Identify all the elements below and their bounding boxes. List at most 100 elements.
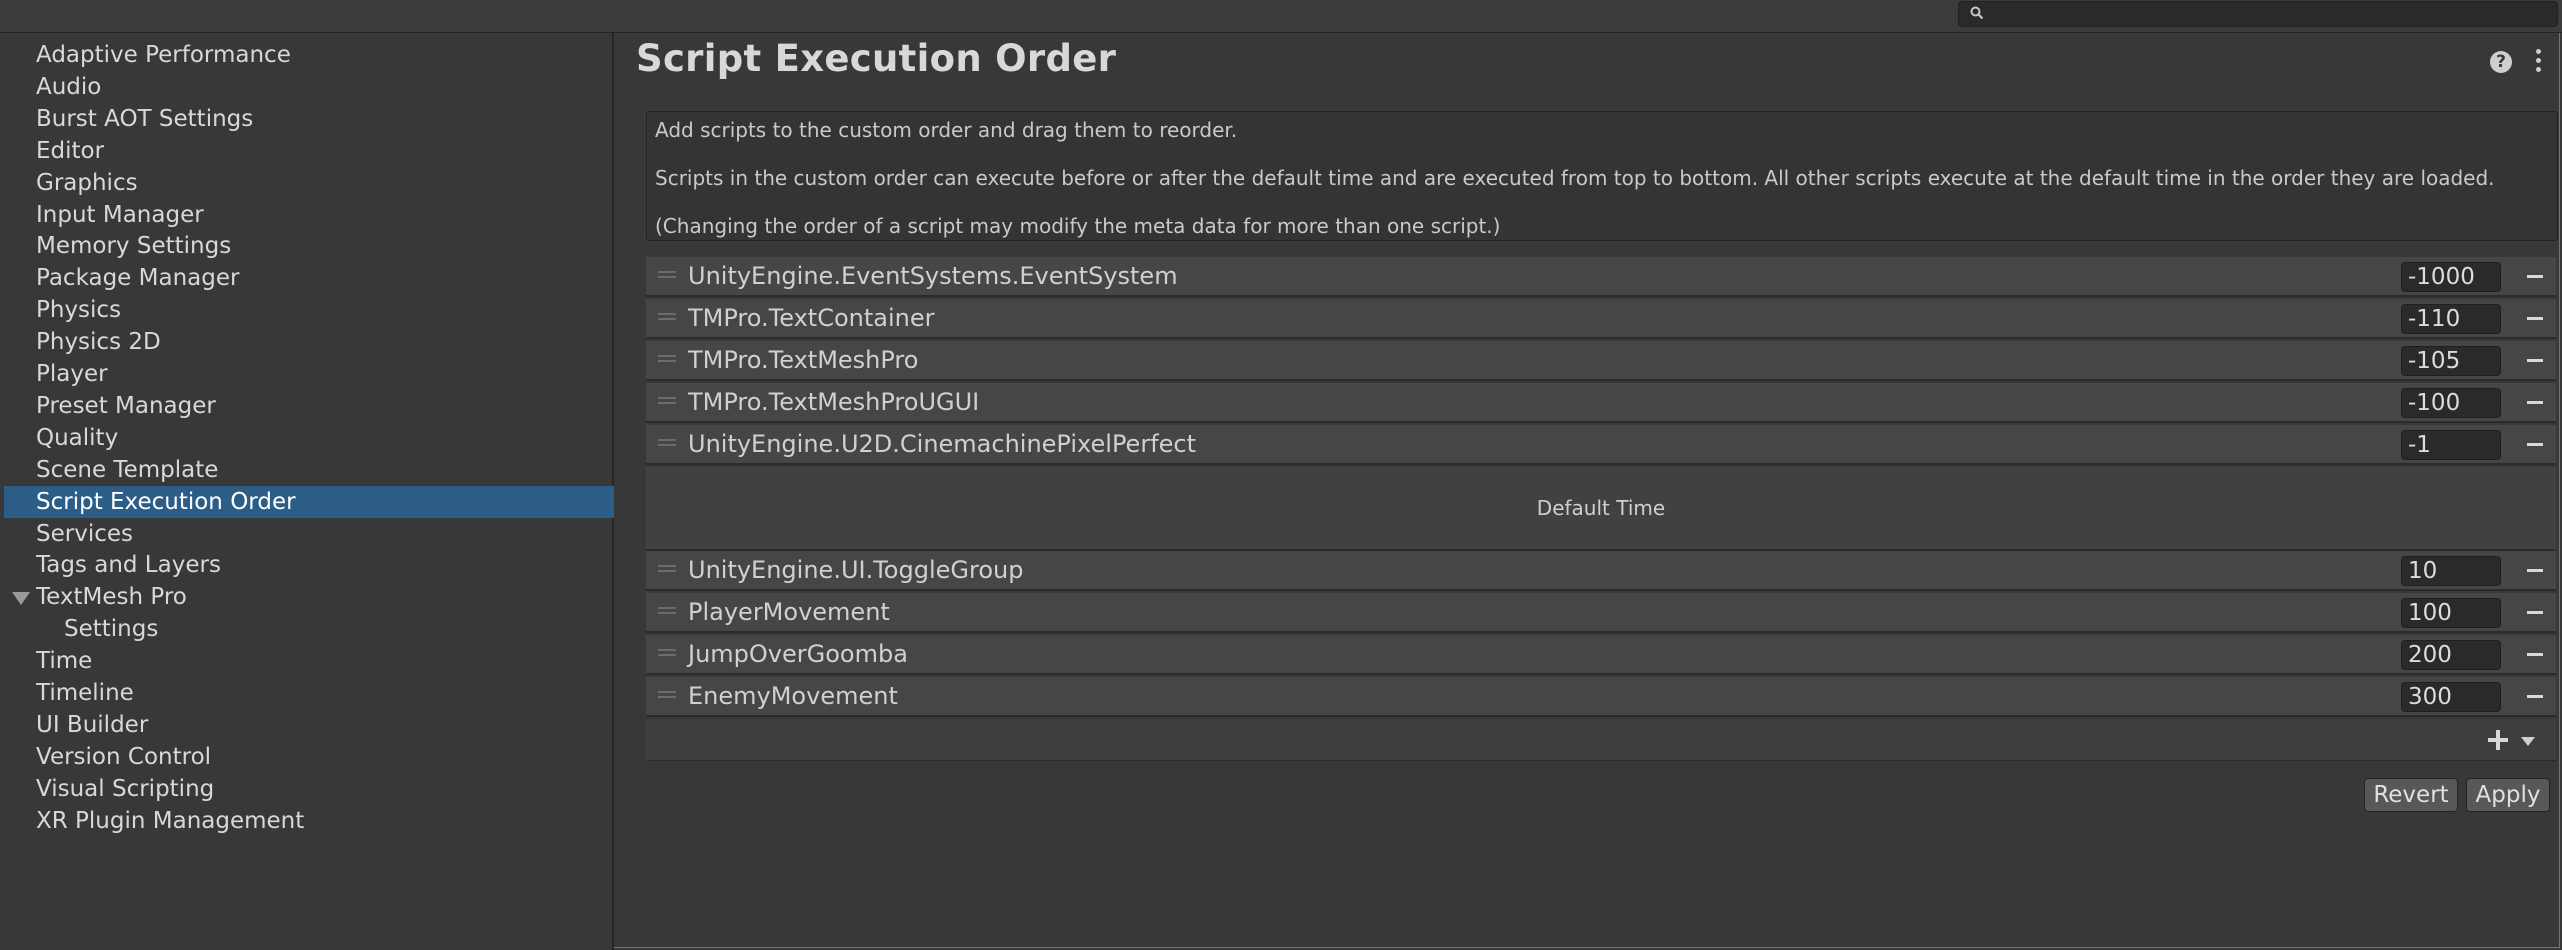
sidebar-item-editor[interactable]: Editor	[4, 135, 614, 167]
sidebar-item-visual-scripting[interactable]: Visual Scripting	[4, 773, 614, 805]
sidebar-item-scene-template[interactable]: Scene Template	[4, 454, 614, 486]
sidebar-item-label: XR Plugin Management	[36, 808, 305, 834]
drag-handle-icon[interactable]	[658, 313, 676, 323]
script-row[interactable]: UnityEngine.UI.ToggleGroup 10	[646, 551, 2556, 591]
execution-order-field[interactable]: -100	[2401, 388, 2501, 418]
sidebar-item-label: TextMesh Pro	[36, 584, 187, 610]
main-panel: Script Execution Order ? Add scripts to …	[614, 33, 2562, 950]
sidebar-item-label: Burst AOT Settings	[36, 106, 254, 132]
script-name: TMPro.TextMeshProUGUI	[688, 388, 980, 416]
drag-handle-icon[interactable]	[658, 607, 676, 617]
drag-handle-icon[interactable]	[658, 397, 676, 407]
more-options-icon[interactable]	[2536, 49, 2542, 75]
help-icon[interactable]: ?	[2490, 51, 2512, 73]
sidebar-item-label: Time	[36, 648, 93, 674]
script-name: EnemyMovement	[688, 682, 898, 710]
sidebar-item-ui-builder[interactable]: UI Builder	[4, 709, 614, 741]
apply-button[interactable]: Apply	[2466, 778, 2550, 812]
script-name: UnityEngine.EventSystems.EventSystem	[688, 262, 1178, 290]
remove-script-button[interactable]	[2521, 598, 2549, 626]
page-title: Script Execution Order	[636, 37, 1117, 80]
script-name: TMPro.TextContainer	[688, 304, 935, 332]
sidebar-item-audio[interactable]: Audio	[4, 71, 614, 103]
script-row[interactable]: UnityEngine.U2D.CinemachinePixelPerfect -…	[646, 425, 2556, 465]
sidebar-item-label: Input Manager	[36, 202, 204, 228]
default-time-row: Default Time	[646, 467, 2556, 551]
drag-handle-icon[interactable]	[658, 691, 676, 701]
search-icon	[1970, 6, 1984, 20]
sidebar-item-timeline[interactable]: Timeline	[4, 677, 614, 709]
sidebar-item-label: Graphics	[36, 170, 138, 196]
script-name: PlayerMovement	[688, 598, 890, 626]
remove-script-button[interactable]	[2521, 430, 2549, 458]
remove-script-button[interactable]	[2521, 682, 2549, 710]
script-row[interactable]: JumpOverGoomba 200	[646, 635, 2556, 675]
script-row[interactable]: TMPro.TextContainer -110	[646, 299, 2556, 339]
execution-order-field[interactable]: -1	[2401, 430, 2501, 460]
remove-script-button[interactable]	[2521, 388, 2549, 416]
sidebar-item-label: Quality	[36, 425, 119, 451]
revert-button[interactable]: Revert	[2364, 778, 2458, 812]
sidebar-item-burst-aot-settings[interactable]: Burst AOT Settings	[4, 103, 614, 135]
sidebar-item-package-manager[interactable]: Package Manager	[4, 262, 614, 294]
execution-order-field[interactable]: 300	[2401, 682, 2501, 712]
sidebar-item-label: Timeline	[36, 680, 134, 706]
sidebar-item-time[interactable]: Time	[4, 645, 614, 677]
top-bar	[0, 0, 2562, 33]
sidebar-item-services[interactable]: Services	[4, 518, 614, 550]
sidebar-item-label: Memory Settings	[36, 233, 232, 259]
settings-sidebar: Adaptive Performance Audio Burst AOT Setti…	[0, 33, 614, 950]
sidebar-item-label: Visual Scripting	[36, 776, 215, 802]
sidebar-item-textmesh-pro[interactable]: TextMesh Pro	[4, 581, 614, 613]
sidebar-item-label: Audio	[36, 74, 102, 100]
drag-handle-icon[interactable]	[658, 355, 676, 365]
remove-script-button[interactable]	[2521, 262, 2549, 290]
help-box: Add scripts to the custom order and drag…	[646, 111, 2558, 241]
sidebar-item-memory-settings[interactable]: Memory Settings	[4, 230, 614, 262]
remove-script-button[interactable]	[2521, 640, 2549, 668]
script-name: UnityEngine.U2D.CinemachinePixelPerfect	[688, 430, 1197, 458]
execution-order-field[interactable]: -110	[2401, 304, 2501, 334]
sidebar-item-quality[interactable]: Quality	[4, 422, 614, 454]
search-field[interactable]	[1958, 1, 2558, 27]
sidebar-item-label: Script Execution Order	[36, 489, 296, 515]
drag-handle-icon[interactable]	[658, 439, 676, 449]
sidebar-item-label: Package Manager	[36, 265, 240, 291]
execution-order-field[interactable]: 200	[2401, 640, 2501, 670]
execution-order-field[interactable]: 10	[2401, 556, 2501, 586]
sidebar-item-graphics[interactable]: Graphics	[4, 167, 614, 199]
sidebar-item-settings[interactable]: Settings	[4, 613, 614, 645]
add-script-button[interactable]	[2486, 725, 2546, 755]
script-name: TMPro.TextMeshPro	[688, 346, 919, 374]
sidebar-item-label: Physics	[36, 297, 122, 323]
script-row[interactable]: UnityEngine.EventSystems.EventSystem -100…	[646, 257, 2556, 297]
remove-script-button[interactable]	[2521, 346, 2549, 374]
script-row[interactable]: TMPro.TextMeshPro -105	[646, 341, 2556, 381]
sidebar-item-input-manager[interactable]: Input Manager	[4, 199, 614, 231]
sidebar-item-label: Version Control	[36, 744, 212, 770]
sidebar-item-script-execution-order[interactable]: Script Execution Order	[4, 486, 614, 518]
sidebar-item-version-control[interactable]: Version Control	[4, 741, 614, 773]
drag-handle-icon[interactable]	[658, 271, 676, 281]
list-footer	[646, 719, 2556, 761]
sidebar-item-tags-and-layers[interactable]: Tags and Layers	[4, 549, 614, 581]
execution-order-field[interactable]: -1000	[2401, 262, 2501, 292]
execution-order-field[interactable]: -105	[2401, 346, 2501, 376]
sidebar-item-physics-2d[interactable]: Physics 2D	[4, 326, 614, 358]
sidebar-item-label: Physics 2D	[36, 329, 161, 355]
sidebar-item-physics[interactable]: Physics	[4, 294, 614, 326]
drag-handle-icon[interactable]	[658, 649, 676, 659]
sidebar-item-preset-manager[interactable]: Preset Manager	[4, 390, 614, 422]
sidebar-item-player[interactable]: Player	[4, 358, 614, 390]
script-row[interactable]: EnemyMovement 300	[646, 677, 2556, 717]
sidebar-item-label: Adaptive Performance	[36, 42, 291, 68]
script-row[interactable]: PlayerMovement 100	[646, 593, 2556, 633]
sidebar-item-xr-plugin-management[interactable]: XR Plugin Management	[4, 805, 614, 837]
remove-script-button[interactable]	[2521, 556, 2549, 584]
drag-handle-icon[interactable]	[658, 565, 676, 575]
expand-triangle-icon[interactable]	[12, 592, 30, 605]
remove-script-button[interactable]	[2521, 304, 2549, 332]
execution-order-field[interactable]: 100	[2401, 598, 2501, 628]
script-row[interactable]: TMPro.TextMeshProUGUI -100	[646, 383, 2556, 423]
sidebar-item-adaptive-performance[interactable]: Adaptive Performance	[4, 39, 614, 71]
